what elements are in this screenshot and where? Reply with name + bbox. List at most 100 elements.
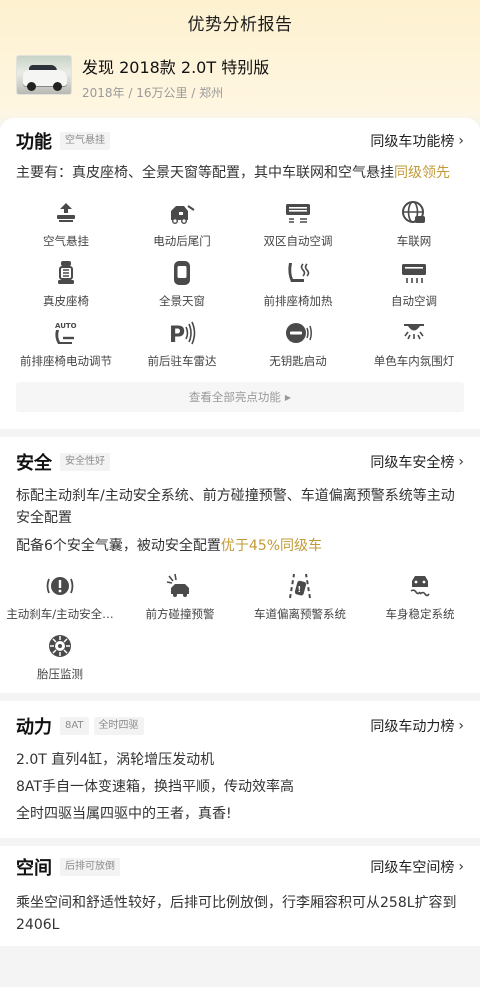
feature-label: 单色车内氛围灯 [373,354,455,368]
parking-radar-icon: P [167,318,197,348]
feature-label: 电动后尾门 [153,234,211,248]
svg-text:P: P [169,323,185,347]
panoramic-sunroof-icon [167,258,197,288]
space-card: 空间 后排可放倒 同级车空间榜 › 乘坐空间和舒适性较好，后排可比例放倒，行李厢… [0,846,480,946]
function-rank-link[interactable]: 同级车功能榜 › [370,131,464,151]
collision-warning-icon [165,571,195,601]
safety-airbag-description: 配备6个安全气囊，被动安全配置优于45%同级车 [0,535,480,557]
feature-item[interactable]: 电动后尾门 [124,198,240,258]
power-seat-icon: AUTO [51,318,81,348]
dual-zone-ac-icon [283,198,313,228]
svg-text:AUTO: AUTO [55,322,77,330]
feature-item[interactable]: 单色车内氛围灯 [356,318,472,378]
space-description: 乘坐空间和舒适性较好，后排可比例放倒，行李厢容积可从258L扩容到2406L [16,895,457,933]
feature-item[interactable]: 真皮座椅 [8,258,124,318]
feature-label: 真皮座椅 [43,294,89,308]
feature-label: 前方碰撞预警 [145,607,215,621]
feature-item[interactable]: 自动空调 [356,258,472,318]
feature-item[interactable]: AUTO 前排座椅电动调节 [8,318,124,378]
power-line: 2.0T 直列4缸，涡轮增压发动机 [16,752,215,768]
feature-label: 无钥匙启动 [269,354,327,368]
power-title: 动力 [16,717,52,738]
power-line: 8AT手自一体变速箱，换挡平顺，传动效率高 [16,779,294,795]
chevron-right-icon: › [458,859,464,875]
power-line: 全时四驱当属四驱中的王者，真香! [16,806,232,822]
power-header: 动力 8AT 全时四驱 同级车动力榜 › [0,711,480,741]
feature-label: 双区自动空调 [263,234,333,248]
function-tag: 空气悬挂 [60,132,110,150]
feature-item[interactable]: 主动刹车/主动安全… [0,571,120,631]
safety-description: 标配主动刹车/主动安全系统、前方碰撞预警、车道偏离预警系统等主动安全配置 [16,488,455,526]
feature-item[interactable]: P 前后驻车雷达 [124,318,240,378]
feature-label: 前后驻车雷达 [147,354,217,368]
tire-pressure-icon [45,631,75,661]
feature-item[interactable]: ! 车道偏离预警系统 [240,571,360,631]
power-card: 动力 8AT 全时四驱 同级车动力榜 › 2.0T 直列4缸，涡轮增压发动机 8… [0,701,480,838]
feature-item[interactable]: 无钥匙启动 [240,318,356,378]
view-all-label: 查看全部亮点功能 [188,390,281,404]
leather-seat-icon [51,258,81,288]
safety-desc2-text: 配备6个安全气囊，被动安全配置 [16,538,221,554]
function-feature-grid: 空气悬挂 电动后尾门 双区自动空调 车联网 真皮座椅 全景天窗 前排座椅加热 自… [0,198,480,378]
safety-rank-label: 同级车安全榜 [370,455,455,471]
feature-label: 全景天窗 [159,294,205,308]
car-info: 发现 2018款 2.0T 特别版 2018年 / 16万公里 / 郑州 [82,52,269,101]
feature-item[interactable]: 车身稳定系统 [360,571,480,631]
car-name: 发现 2018款 2.0T 特别版 [82,58,270,77]
feature-label: 前排座椅加热 [263,294,333,308]
view-all-features-button[interactable]: 查看全部亮点功能 ▶ [16,382,464,412]
space-rank-link[interactable]: 同级车空间榜 › [370,857,464,877]
feature-label: 主动刹车/主动安全… [6,607,114,621]
feature-label: 胎压监测 [37,667,83,681]
power-tailgate-icon [167,198,197,228]
safety-tag: 安全性好 [60,453,110,471]
feature-label: 空气悬挂 [43,234,89,248]
space-rank-label: 同级车空间榜 [370,860,455,876]
power-rank-link[interactable]: 同级车动力榜 › [370,716,464,736]
safety-feature-grid: 主动刹车/主动安全… 前方碰撞预警 ! 车道偏离预警系统 车身稳定系统 胎压监测 [0,571,480,691]
power-tag: 全时四驱 [93,717,144,735]
active-brake-icon [45,571,75,601]
space-header: 空间 后排可放倒 同级车空间榜 › [0,852,480,882]
car-meta: 2018年 / 16万公里 / 郑州 [82,86,224,100]
feature-item[interactable]: 全景天窗 [124,258,240,318]
feature-item[interactable]: 车联网 [356,198,472,258]
function-card: 功能 空气悬挂 同级车功能榜 › 主要有：真皮座椅、全景天窗等配置，其中车联网和… [0,118,480,429]
feature-item[interactable]: 前方碰撞预警 [120,571,240,631]
chevron-right-icon: › [458,133,464,149]
safety-rank-link[interactable]: 同级车安全榜 › [370,452,464,472]
feature-item[interactable]: 空气悬挂 [8,198,124,258]
keyless-start-icon [283,318,313,348]
svg-text:!: ! [298,585,302,594]
feature-item[interactable]: 胎压监测 [0,631,120,691]
space-tag: 后排可放倒 [60,858,120,876]
feature-item[interactable]: 前排座椅加热 [240,258,356,318]
space-title: 空间 [16,858,52,879]
triangle-right-icon: ▶ [284,392,292,402]
feature-label: 车道偏离预警系统 [254,607,346,621]
chevron-right-icon: › [458,718,464,734]
power-rank-label: 同级车动力榜 [370,719,455,735]
auto-ac-icon [399,258,429,288]
feature-label: 车联网 [396,234,432,248]
feature-label: 前排座椅电动调节 [20,354,112,368]
lane-departure-icon: ! [285,571,315,601]
feature-item[interactable]: 双区自动空调 [240,198,356,258]
power-tag: 8AT [60,717,89,735]
car-header: 发现 2018款 2.0T 特别版 2018年 / 16万公里 / 郑州 [0,44,480,116]
feature-label: 自动空调 [391,294,437,308]
ambient-light-icon [399,318,429,348]
stability-control-icon [405,571,435,601]
function-header: 功能 空气悬挂 同级车功能榜 › [0,126,480,156]
function-title: 功能 [16,132,52,153]
page-title: 优势分析报告 [187,14,293,35]
safety-header: 安全 安全性好 同级车安全榜 › [0,447,480,477]
function-desc-highlight: 同级领先 [394,165,450,181]
connected-car-icon [399,198,429,228]
air-suspension-icon [51,198,81,228]
safety-desc2-highlight: 优于45%同级车 [220,538,323,554]
safety-card: 安全 安全性好 同级车安全榜 › 标配主动刹车/主动安全系统、前方碰撞预警、车道… [0,437,480,693]
function-desc-text: 主要有：真皮座椅、全景天窗等配置，其中车联网和空气悬挂 [16,165,394,181]
seat-heating-icon [283,258,313,288]
safety-title: 安全 [16,453,52,474]
